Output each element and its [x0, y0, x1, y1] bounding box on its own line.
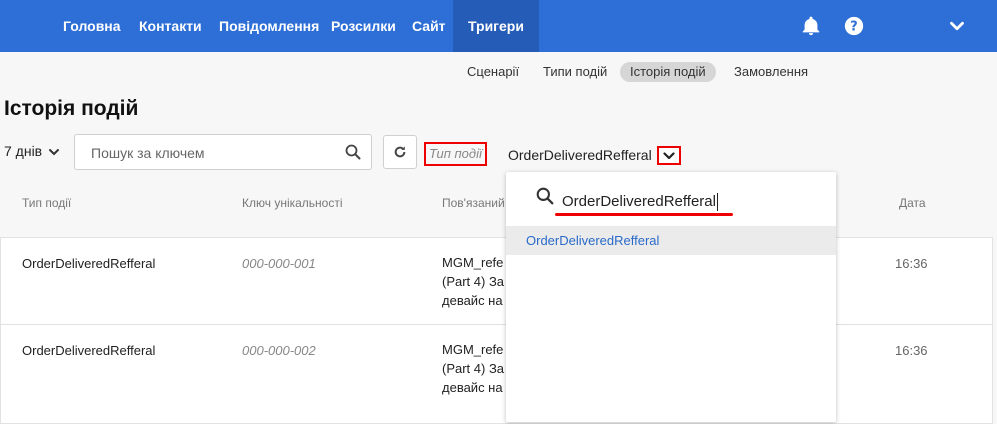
period-label: 7 днів [4, 143, 43, 159]
row-linked: MGM_refer (Part 4) За девайс на [442, 342, 504, 395]
search-icon [536, 187, 554, 210]
search-icon[interactable] [345, 144, 361, 165]
row-unique-key: 000-000-001 [242, 256, 316, 271]
search-input[interactable] [89, 143, 343, 163]
row-event-type: OrderDeliveredRefferal [22, 256, 156, 271]
table-row[interactable]: OrderDeliveredRefferal 000-000-001 MGM_r… [0, 237, 993, 325]
event-type-dropdown: OrderDeliveredRefferal OrderDeliveredRef… [506, 172, 836, 422]
row-event-type: OrderDeliveredRefferal [22, 343, 156, 358]
table-row[interactable]: OrderDeliveredRefferal 000-000-002 MGM_r… [0, 324, 993, 424]
row-unique-key: 000-000-002 [242, 343, 316, 358]
column-header-date[interactable]: Дата [899, 196, 926, 210]
row-date: 16:36 [895, 256, 928, 271]
subnav-orders[interactable]: Замовлення [734, 62, 808, 82]
svg-text:?: ? [850, 20, 857, 35]
row-linked: MGM_refer (Part 4) За девайс на [442, 255, 504, 308]
chevron-down-icon [663, 152, 675, 160]
bell-icon[interactable] [800, 15, 822, 37]
search-underline-highlight [555, 213, 733, 216]
refresh-icon [394, 146, 406, 158]
nav-item-home[interactable]: Головна [63, 0, 121, 52]
refresh-button[interactable] [383, 135, 417, 169]
nav-item-mailings[interactable]: Розсилки [331, 0, 396, 52]
nav-item-contacts[interactable]: Контакти [139, 0, 202, 52]
dropdown-option[interactable]: OrderDeliveredRefferal [506, 226, 836, 255]
nav-item-triggers[interactable]: Тригери [453, 0, 539, 52]
event-type-filter[interactable]: Тип події [424, 142, 487, 166]
subnav-event-history[interactable]: Історія подій [620, 62, 716, 82]
chevron-down-icon [49, 149, 60, 156]
subnav-scenarios[interactable]: Сценарії [467, 62, 519, 82]
column-header-linked[interactable]: Пов'язаний [442, 196, 505, 210]
selected-event-type: OrderDeliveredRefferal [508, 147, 652, 163]
top-nav: Головна Контакти Повідомлення Розсилки С… [0, 0, 997, 52]
account-chevron-down-icon[interactable] [946, 15, 968, 37]
column-header-unique-key[interactable]: Ключ унікальності [242, 196, 343, 210]
subnav-event-types[interactable]: Типи подій [543, 62, 607, 82]
help-icon[interactable]: ? [843, 15, 865, 37]
dropdown-search-input[interactable]: OrderDeliveredRefferal [562, 193, 732, 213]
column-header-event-type[interactable]: Тип події [22, 196, 71, 210]
nav-item-site[interactable]: Сайт [412, 0, 446, 52]
page-title: Історія подій [4, 97, 139, 120]
search-box [74, 134, 372, 170]
event-type-dropdown-toggle[interactable] [657, 146, 681, 165]
period-select[interactable]: 7 днів [4, 143, 60, 159]
row-date: 16:36 [895, 343, 928, 358]
nav-item-messages[interactable]: Повідомлення [219, 0, 319, 52]
